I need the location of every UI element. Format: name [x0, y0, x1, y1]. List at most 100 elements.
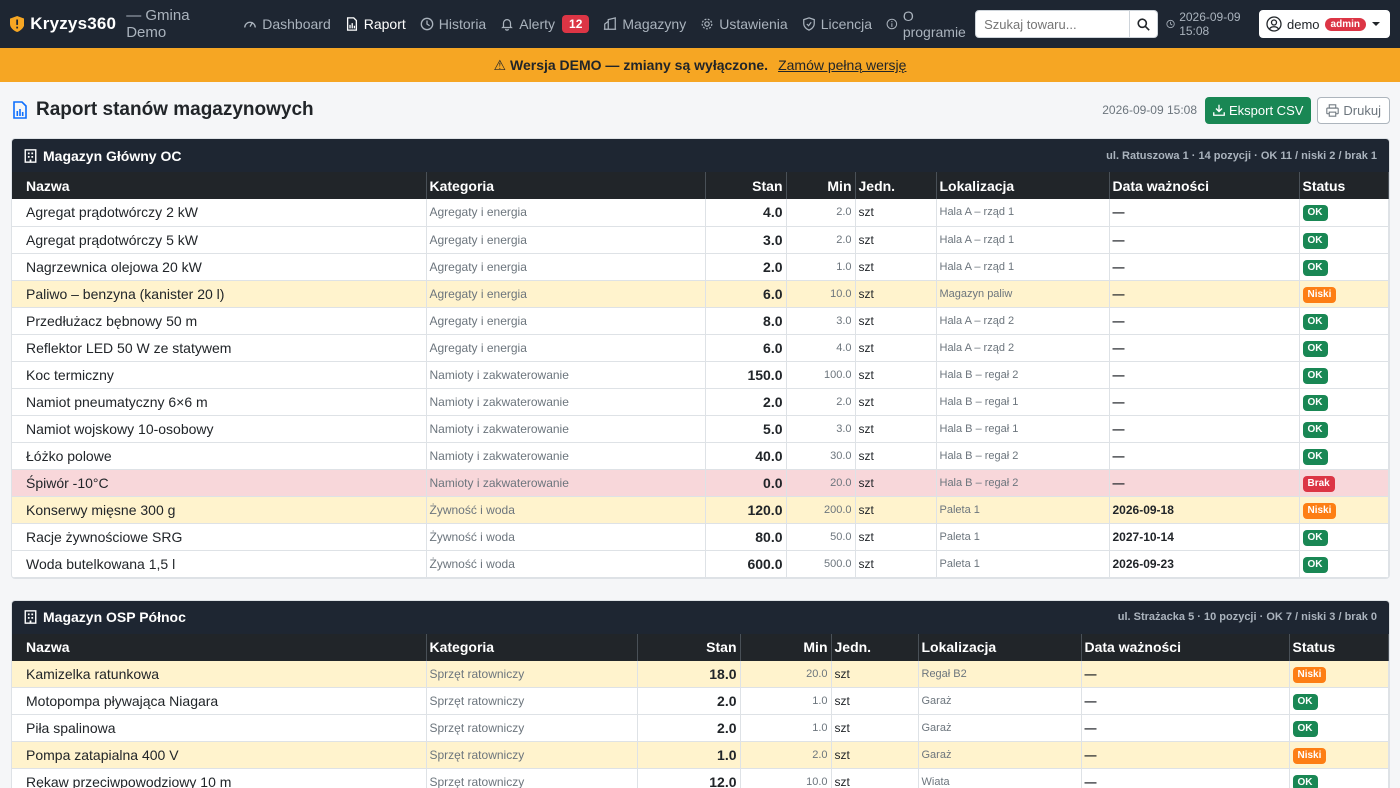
item-expiry: —: [1081, 687, 1290, 715]
item-status-cell: OK: [1299, 442, 1389, 470]
table-row[interactable]: Namiot pneumatyczny 6×6 m Namioty i zakwa…: [12, 388, 1389, 416]
table-row[interactable]: Piła spalinowa Sprzęt ratowniczy 2.0 1.0 szt…: [12, 714, 1389, 742]
table-row[interactable]: Reflektor LED 50 W ze statywem Agregaty i…: [12, 334, 1389, 362]
table-row[interactable]: Woda butelkowana 1,5 l Żywność i woda 600.…: [12, 550, 1389, 578]
col-data-waznosci[interactable]: Data ważności: [1081, 633, 1290, 661]
col-jedn[interactable]: Jedn.: [855, 172, 937, 199]
search-button[interactable]: [1130, 10, 1159, 38]
col-kategoria[interactable]: Kategoria: [426, 172, 706, 199]
table-row[interactable]: Nagrzewnica olejowa 20 kW Agregaty i ener…: [12, 253, 1389, 281]
search-input[interactable]: [975, 10, 1131, 38]
item-category: Agregaty i energia: [426, 226, 706, 254]
user-menu-button[interactable]: demo admin: [1259, 10, 1390, 38]
datetime-display: 2026-09-09 15:08: [1166, 10, 1251, 38]
table-row[interactable]: Agregat prądotwórczy 2 kW Agregaty i ener…: [12, 199, 1389, 227]
nav-o-programie[interactable]: O programie: [879, 0, 975, 48]
table-row[interactable]: Konserwy mięsne 300 g Żywność i woda 120.0…: [12, 496, 1389, 524]
item-stock: 600.0: [705, 550, 787, 578]
item-name: Motopompa pływająca Niagara: [12, 687, 427, 715]
item-category: Agregaty i energia: [426, 307, 706, 335]
item-category: Sprzęt ratowniczy: [426, 660, 638, 688]
item-location: Hala B – regał 1: [936, 415, 1110, 443]
item-location: Hala B – regał 2: [936, 469, 1110, 497]
item-expiry: —: [1081, 768, 1290, 788]
table-row[interactable]: Agregat prądotwórczy 5 kW Agregaty i ener…: [12, 226, 1389, 254]
item-location: Hala B – regał 1: [936, 388, 1110, 416]
table-row[interactable]: Przedłużacz bębnowy 50 m Agregaty i energ…: [12, 307, 1389, 335]
item-stock: 6.0: [705, 334, 787, 362]
item-category: Namioty i zakwaterowanie: [426, 415, 706, 443]
col-jedn[interactable]: Jedn.: [831, 633, 919, 661]
item-location: Hala B – regał 2: [936, 361, 1110, 389]
item-status-cell: OK: [1299, 253, 1389, 281]
status-badge: Brak: [1302, 475, 1335, 492]
item-min: 1.0: [740, 687, 832, 715]
item-category: Sprzęt ratowniczy: [426, 741, 638, 769]
gauge-icon: [244, 21, 257, 28]
item-name: Łóżko polowe: [12, 442, 427, 470]
item-stock: 6.0: [705, 280, 787, 308]
col-data-waznosci[interactable]: Data ważności: [1109, 172, 1300, 199]
col-status[interactable]: Status: [1289, 633, 1389, 661]
status-badge: OK: [1302, 421, 1328, 438]
item-unit: szt: [855, 415, 937, 443]
item-stock: 1.0: [637, 741, 741, 769]
table-row[interactable]: Koc termiczny Namioty i zakwaterowanie 150…: [12, 361, 1389, 389]
item-unit: szt: [855, 226, 937, 254]
nav-licencja[interactable]: Licencja: [795, 0, 879, 48]
item-location: Regał B2: [918, 660, 1082, 688]
item-expiry: —: [1109, 442, 1300, 470]
printer-icon: [1326, 103, 1340, 117]
item-min: 4.0: [786, 334, 856, 362]
col-status[interactable]: Status: [1299, 172, 1389, 199]
main-nav: Dashboard Raport Historia Alerty 12 Maga…: [236, 0, 975, 48]
report-icon: [13, 101, 27, 119]
table-row[interactable]: Namiot wojskowy 10-osobowy Namioty i zakw…: [12, 415, 1389, 443]
item-stock: 2.0: [705, 388, 787, 416]
nav-ustawienia[interactable]: Ustawienia: [693, 0, 794, 48]
col-nazwa[interactable]: Nazwa: [12, 172, 427, 199]
item-unit: szt: [855, 307, 937, 335]
nav-historia[interactable]: Historia: [413, 0, 493, 48]
table-row[interactable]: Śpiwór -10°C Namioty i zakwaterowanie 0.0 2…: [12, 469, 1389, 497]
nav-alerty[interactable]: Alerty 12: [493, 0, 596, 48]
table-row[interactable]: Rękaw przeciwpowodziowy 10 m Sprzęt ratow…: [12, 768, 1389, 788]
table-row[interactable]: Motopompa pływająca Niagara Sprzęt ratown…: [12, 687, 1389, 715]
item-name: Reflektor LED 50 W ze statywem: [12, 334, 427, 362]
col-min[interactable]: Min: [740, 633, 832, 661]
table-row[interactable]: Łóżko polowe Namioty i zakwaterowanie 40.0…: [12, 442, 1389, 470]
item-category: Sprzęt ratowniczy: [426, 687, 638, 715]
item-expiry: 2027-10-14: [1109, 523, 1300, 551]
page-title: Raport stanów magazynowych: [36, 99, 314, 120]
item-status-cell: OK: [1299, 307, 1389, 335]
table-row[interactable]: Kamizelka ratunkowa Sprzęt ratowniczy 18.0…: [12, 660, 1389, 688]
col-nazwa[interactable]: Nazwa: [12, 633, 427, 661]
print-button[interactable]: Drukuj: [1317, 96, 1390, 124]
warehouse-header: Magazyn Główny OC ul. Ratuszowa 1 · 14 p…: [12, 139, 1389, 172]
order-full-version-link[interactable]: Zamów pełną wersję: [778, 57, 906, 73]
col-lokalizacja[interactable]: Lokalizacja: [936, 172, 1110, 199]
nav-magazyny[interactable]: Magazyny: [596, 0, 693, 48]
status-badge: OK: [1302, 394, 1328, 411]
col-min[interactable]: Min: [786, 172, 856, 199]
item-min: 20.0: [786, 469, 856, 497]
table-row[interactable]: Racje żywnościowe SRG Żywność i woda 80.0 5…: [12, 523, 1389, 551]
nav-raport[interactable]: Raport: [338, 0, 413, 48]
item-unit: szt: [831, 660, 919, 688]
table-row[interactable]: Pompa zatapialna 400 V Sprzęt ratowniczy 1…: [12, 741, 1389, 769]
brand-subtitle: — Gmina Demo: [126, 7, 190, 41]
header-actions: 2026-09-09 15:08 Eksport CSV Drukuj: [1102, 96, 1390, 124]
nav-dashboard[interactable]: Dashboard: [236, 0, 338, 48]
col-lokalizacja[interactable]: Lokalizacja: [918, 633, 1082, 661]
search-icon: [1137, 17, 1150, 31]
brand[interactable]: Kryzys360 — Gmina Demo: [10, 7, 222, 41]
col-kategoria[interactable]: Kategoria: [426, 633, 638, 661]
item-location: Garaż: [918, 687, 1082, 715]
inventory-table: Nazwa Kategoria Stan Min Jedn. Lokalizac…: [12, 172, 1389, 578]
export-csv-button[interactable]: Eksport CSV: [1205, 96, 1312, 124]
table-row[interactable]: Paliwo – benzyna (kanister 20 l) Agregaty…: [12, 280, 1389, 308]
col-stan[interactable]: Stan: [705, 172, 787, 199]
col-stan[interactable]: Stan: [637, 633, 741, 661]
nav-label: Licencja: [820, 16, 873, 32]
table-body: Agregat prądotwórczy 2 kW Agregaty i ener…: [12, 199, 1389, 578]
